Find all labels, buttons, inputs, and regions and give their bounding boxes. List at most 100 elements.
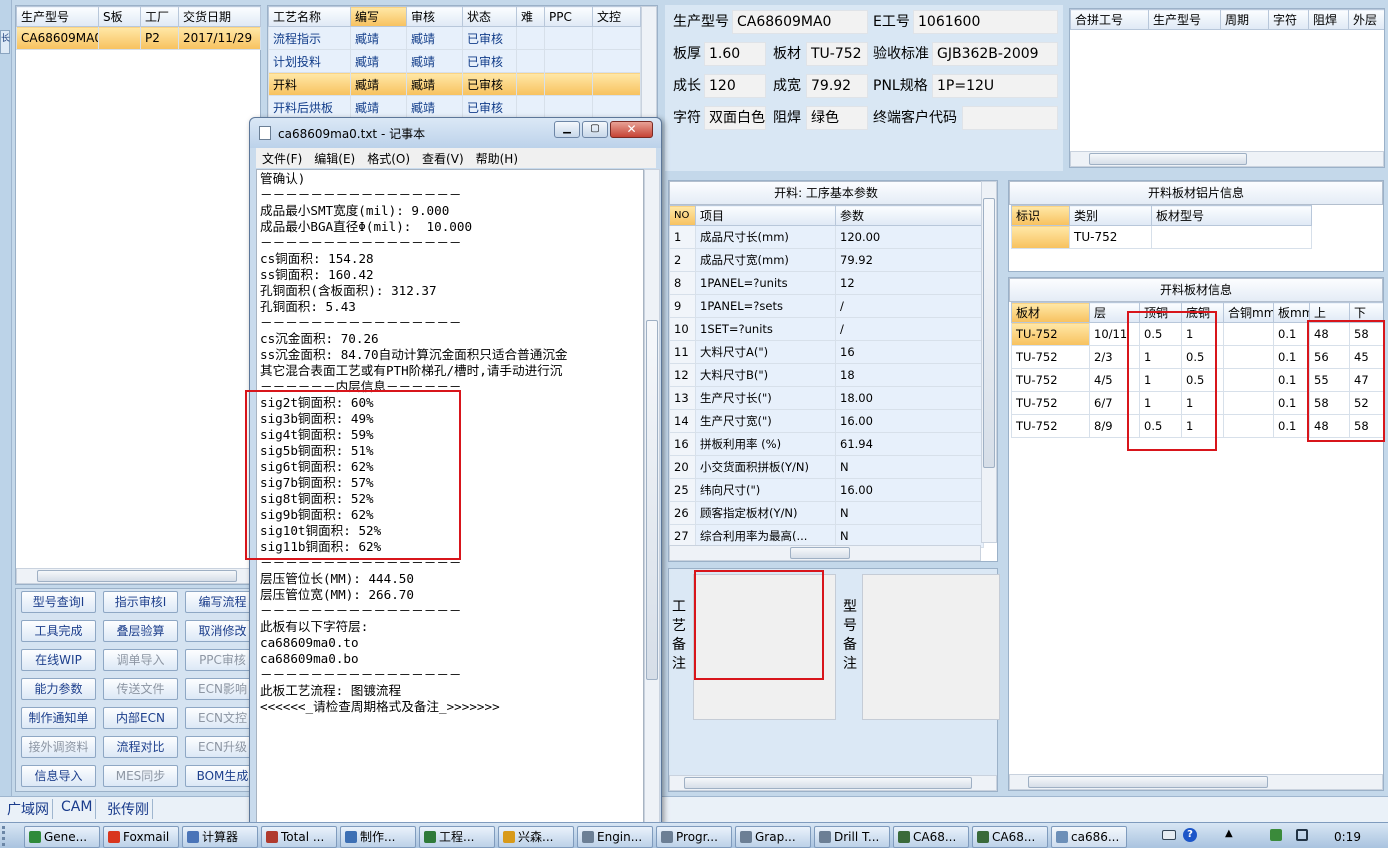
action-button[interactable]: 调单导入 <box>103 649 178 671</box>
col-mark[interactable]: 标识 <box>1011 205 1070 226</box>
action-button[interactable]: MES同步 <box>103 765 178 787</box>
taskbar-button[interactable]: ca686... <box>1051 826 1127 848</box>
notepad-text-area[interactable]: 管确认) －－－－－－－－－－－－－－－－ 成品最小SMT宽度(mil): 9.00… <box>256 169 644 829</box>
taskbar-button[interactable]: Foxmail <box>103 826 179 848</box>
action-button[interactable]: 信息导入 <box>21 765 96 787</box>
table-row[interactable]: TU-752 10/11 0.5 1 0.1 48 58 <box>1011 322 1383 346</box>
notepad-menu-item[interactable]: 格式(O) <box>361 148 416 169</box>
action-button[interactable]: 制作通知单 <box>21 707 96 729</box>
table-row[interactable]: TU-752 <box>1011 225 1312 249</box>
col-item[interactable]: 项目 <box>695 205 836 226</box>
taskbar-button[interactable]: 制作... <box>340 826 416 848</box>
keyboard-icon[interactable] <box>1162 830 1176 840</box>
col-category[interactable]: 类别 <box>1069 205 1152 226</box>
scroll-thumb[interactable] <box>37 570 237 582</box>
table-row[interactable]: 开料 臧靖 臧靖 已审核 <box>268 72 641 96</box>
notepad-vscroll[interactable] <box>644 169 660 829</box>
table-row[interactable]: CA68609MA0 P2 2017/11/29 <box>16 26 261 50</box>
taskbar-button[interactable]: 兴森... <box>498 826 574 848</box>
col-process-name[interactable]: 工艺名称 <box>268 6 351 27</box>
col-delivery-date[interactable]: 交货日期 <box>178 6 261 27</box>
material-info-hscroll[interactable] <box>1009 774 1383 790</box>
left-collapse-tab[interactable]: 长 <box>0 30 10 54</box>
col-layer[interactable]: 层 <box>1089 302 1140 323</box>
field-pnl[interactable]: 1P=12U <box>932 74 1058 98</box>
table-row[interactable]: 16 拼板利用率 (%) 61.94 <box>669 432 984 456</box>
scroll-thumb[interactable] <box>790 547 850 559</box>
table-row[interactable]: 1 成品尺寸长(mm) 120.00 <box>669 225 984 249</box>
table-row[interactable]: 14 生产尺寸宽(") 16.00 <box>669 409 984 433</box>
notepad-window[interactable]: ca68609ma0.txt - 记事本 ▁ ▢ ✕ 文件(F) 编辑(E) 格式(… <box>249 117 662 829</box>
scroll-thumb[interactable] <box>1089 153 1247 165</box>
col-combine-eno[interactable]: 合拼工号 <box>1070 9 1149 30</box>
scroll-thumb[interactable] <box>1028 776 1268 788</box>
table-row[interactable]: 流程指示 臧靖 臧靖 已审核 <box>268 26 641 50</box>
notepad-menu-item[interactable]: 帮助(H) <box>470 148 524 169</box>
col-bottom-copper[interactable]: 底铜 <box>1181 302 1224 323</box>
table-row[interactable]: TU-752 2/3 1 0.5 0.1 56 45 <box>1011 345 1383 369</box>
order-grid-hscroll[interactable] <box>16 568 260 584</box>
clock[interactable]: 0:19 <box>1334 830 1361 844</box>
help-icon[interactable]: ? <box>1183 828 1197 842</box>
table-row[interactable]: 13 生产尺寸长(") 18.00 <box>669 386 984 410</box>
col-factory[interactable]: 工厂 <box>140 6 179 27</box>
start-grip[interactable] <box>2 826 20 846</box>
col-silkscreen[interactable]: 字符 <box>1268 9 1309 30</box>
taskbar-button[interactable]: CA68... <box>893 826 969 848</box>
table-row[interactable]: 12 大料尺寸B(") 18 <box>669 363 984 387</box>
notepad-menu-item[interactable]: 编辑(E) <box>308 148 361 169</box>
col-sheet-model[interactable]: 板材型号 <box>1151 205 1312 226</box>
field-material[interactable]: TU-752 <box>806 42 868 66</box>
close-button[interactable]: ✕ <box>610 121 653 138</box>
col-difficulty[interactable]: 难 <box>516 6 545 27</box>
table-row[interactable]: 10 1SET=?units / <box>669 317 984 341</box>
field-silkscreen[interactable]: 双面白色 <box>704 106 766 130</box>
taskbar-button[interactable]: 计算器 <box>182 826 258 848</box>
table-row[interactable]: TU-752 8/9 0.5 1 0.1 48 58 <box>1011 414 1383 438</box>
action-button[interactable]: 内部ECN <box>103 707 178 729</box>
field-standard[interactable]: GJB362B-2009 <box>932 42 1058 66</box>
taskbar-button[interactable]: Total ... <box>261 826 337 848</box>
field-solder-mask[interactable]: 绿色 <box>806 106 868 130</box>
col-reviewer[interactable]: 审核 <box>406 6 463 27</box>
col-solder-mask[interactable]: 阻焊 <box>1308 9 1349 30</box>
table-row[interactable]: 26 顾客指定板材(Y/N) N <box>669 501 984 525</box>
table-row[interactable]: 2 成品尺寸宽(mm) 79.92 <box>669 248 984 272</box>
col-model[interactable]: 生产型号 <box>16 6 99 27</box>
field-model[interactable]: CA68609MA0 <box>732 10 868 34</box>
table-row[interactable]: 11 大料尺寸A(") 16 <box>669 340 984 364</box>
process-grid-vscroll[interactable] <box>641 6 657 122</box>
table-row[interactable]: 9 1PANEL=?sets / <box>669 294 984 318</box>
notepad-menu-item[interactable]: 查看(V) <box>416 148 470 169</box>
table-row[interactable]: 8 1PANEL=?units 12 <box>669 271 984 295</box>
action-button[interactable]: 流程对比 <box>103 736 178 758</box>
field-eno[interactable]: 1061600 <box>913 10 1058 34</box>
table-row[interactable]: 计划投料 臧靖 臧靖 已审核 <box>268 49 641 73</box>
combine-grid-hscroll[interactable] <box>1070 151 1384 167</box>
col-ppc[interactable]: PPC <box>544 6 593 27</box>
taskbar-button[interactable]: 工程... <box>419 826 495 848</box>
table-row[interactable]: TU-752 6/7 1 1 0.1 58 52 <box>1011 391 1383 415</box>
taskbar-button[interactable]: Gene... <box>24 826 100 848</box>
taskbar-button[interactable]: CA68... <box>972 826 1048 848</box>
col-model[interactable]: 生产型号 <box>1148 9 1221 30</box>
status-tab-cam[interactable]: CAM <box>58 799 97 819</box>
col-s-board[interactable]: S板 <box>98 6 141 27</box>
minimize-button[interactable]: ▁ <box>554 121 580 138</box>
col-board-mm[interactable]: 板mm <box>1273 302 1310 323</box>
table-row[interactable]: 25 纬向尺寸(") 16.00 <box>669 478 984 502</box>
field-thickness[interactable]: 1.60 <box>704 42 766 66</box>
params-vscroll[interactable] <box>981 181 997 543</box>
params-hscroll[interactable] <box>669 545 981 561</box>
table-row[interactable]: 20 小交货面积拼板(Y/N) N <box>669 455 984 479</box>
scroll-thumb[interactable] <box>983 198 995 468</box>
maximize-button[interactable]: ▢ <box>582 121 608 138</box>
taskbar-button[interactable]: Progr... <box>656 826 732 848</box>
action-button[interactable]: 指示审核I <box>103 591 178 613</box>
taskbar-button[interactable]: Grap... <box>735 826 811 848</box>
col-upper[interactable]: 上 <box>1309 302 1350 323</box>
status-tab-user[interactable]: 张传刚 <box>104 799 153 819</box>
table-row[interactable]: 开料后烘板 臧靖 臧靖 已审核 <box>268 95 641 119</box>
col-author[interactable]: 编写 <box>350 6 407 27</box>
col-total-copper[interactable]: 合铜mm <box>1223 302 1274 323</box>
